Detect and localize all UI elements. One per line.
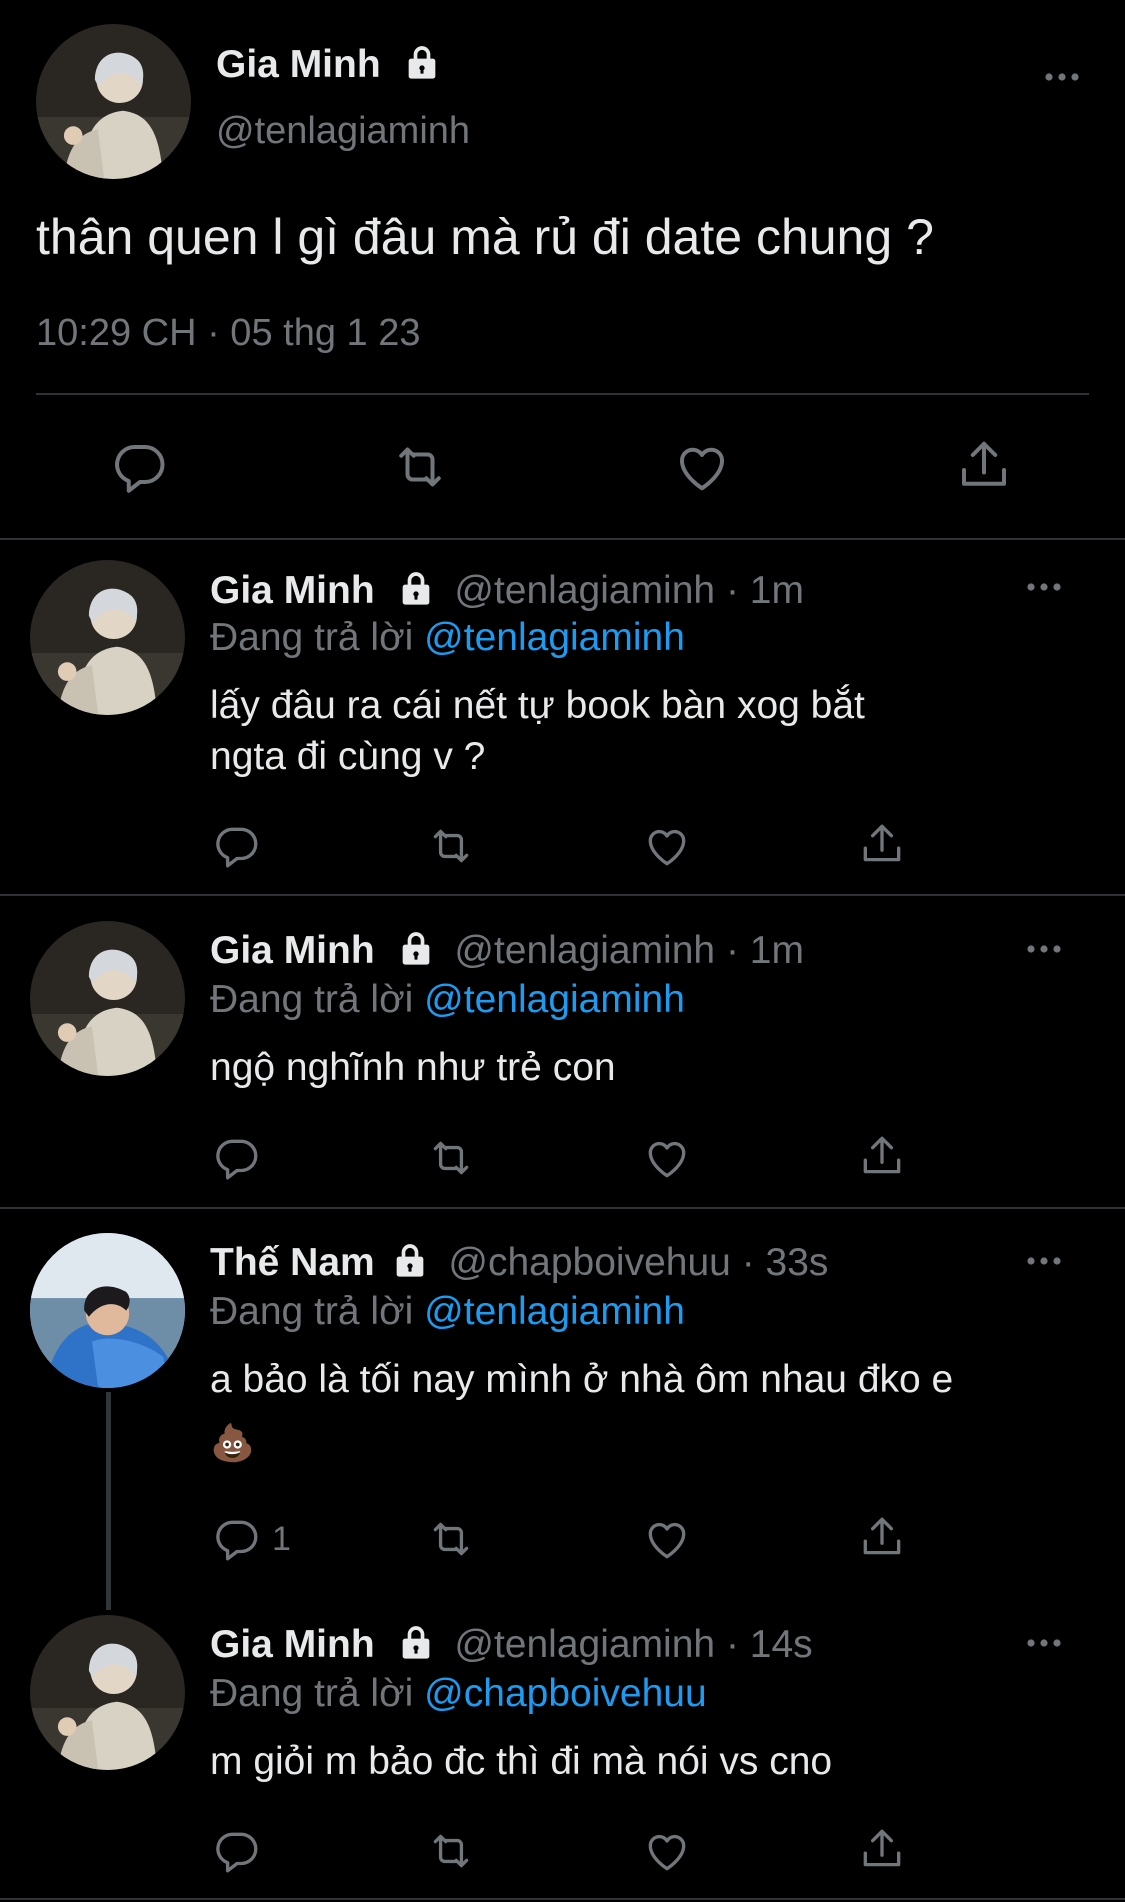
replying-prefix: Đang trả lời [210,1672,414,1715]
like-icon[interactable] [642,1826,692,1876]
display-name[interactable]: Gia Minh [210,1623,375,1666]
retweet-icon[interactable] [424,1514,478,1564]
handle[interactable]: @tenlagiaminh [216,110,470,153]
like-icon[interactable] [642,1133,692,1183]
reply-icon[interactable] [212,1133,272,1183]
share-icon[interactable] [857,819,907,869]
reply-time[interactable]: · 1m [726,929,804,972]
avatar[interactable] [30,1233,185,1388]
share-icon[interactable] [954,435,1014,495]
more-icon[interactable] [1044,70,1080,88]
divider [0,538,1125,540]
reply-text-line: ngộ nghĩnh như trẻ con [210,1046,616,1089]
reply-icon[interactable] [212,1826,272,1876]
avatar[interactable] [30,921,185,1076]
reply-count: 1 [272,1519,291,1558]
divider [0,1207,1125,1209]
replying-to: Đang trả lời @tenlagiaminh [210,978,685,1022]
reply-time[interactable]: · 14s [726,1623,813,1666]
handle[interactable]: @tenlagiaminh [454,1623,715,1666]
lock-icon [396,1622,436,1667]
tweet-timestamp[interactable]: 10:29 CH · 05 thg 1 23 [36,312,420,355]
replying-to-link[interactable]: @chapboivehuu [424,1672,706,1715]
more-icon[interactable] [1026,942,1062,960]
avatar[interactable] [36,24,191,179]
reply-icon[interactable] [110,437,170,497]
reply-header: Gia Minh @tenlagiaminh · 1m [210,928,804,973]
like-icon[interactable] [642,821,692,871]
tweet-text: thân quen l gì đâu mà rủ đi date chung ? [36,209,934,265]
thread-line [106,1392,111,1610]
replying-prefix: Đang trả lời [210,616,414,659]
like-icon[interactable] [642,1514,692,1564]
avatar[interactable] [30,560,185,715]
handle[interactable]: @tenlagiaminh [454,569,715,612]
reply-text-line: lấy đâu ra cái nết tự book bàn xog bắt [210,684,865,727]
reply-header: Gia Minh @tenlagiaminh · 1m [210,568,804,613]
reply-icon[interactable] [212,821,272,871]
reply-header: Gia Minh @tenlagiaminh · 14s [210,1622,813,1667]
share-icon[interactable] [857,1824,907,1874]
reply-text-line: ngta đi cùng v ? [210,735,486,778]
replying-to-link[interactable]: @tenlagiaminh [424,1290,685,1333]
replying-prefix: Đang trả lời [210,1290,414,1333]
replying-to: Đang trả lời @tenlagiaminh [210,616,685,660]
lock-icon [402,42,442,87]
more-icon[interactable] [1026,1254,1062,1272]
reply-text-emoji: 💩 [210,1422,255,1463]
retweet-icon[interactable] [424,821,478,871]
handle[interactable]: @chapboivehuu [448,1241,730,1284]
reply-icon[interactable]: 1 [212,1514,291,1564]
display-name[interactable]: Gia Minh [210,929,375,972]
replying-to-link[interactable]: @tenlagiaminh [424,616,685,659]
retweet-icon[interactable] [424,1826,478,1876]
divider [0,894,1125,896]
handle[interactable]: @tenlagiaminh [454,929,715,972]
more-icon[interactable] [1026,580,1062,598]
lock-icon [396,928,436,973]
display-name[interactable]: Thế Nam [210,1241,375,1284]
replying-prefix: Đang trả lời [210,978,414,1021]
replying-to: Đang trả lời @tenlagiaminh [210,1290,685,1334]
replying-to: Đang trả lời @chapboivehuu [210,1672,707,1716]
lock-icon [390,1240,430,1285]
reply-header: Thế Nam @chapboivehuu · 33s [210,1240,828,1285]
display-name[interactable]: Gia Minh [210,569,375,612]
display-name[interactable]: Gia Minh [216,43,381,86]
retweet-icon[interactable] [424,1133,478,1183]
share-icon[interactable] [857,1131,907,1181]
reply-time[interactable]: · 1m [726,569,804,612]
like-icon[interactable] [672,437,732,497]
reply-text-line: a bảo là tối nay mình ở nhà ôm nhau đko … [210,1358,954,1401]
stats-divider [36,393,1089,395]
more-icon[interactable] [1026,1636,1062,1654]
reply-time[interactable]: · 33s [742,1241,829,1284]
retweet-icon[interactable] [388,437,452,497]
lock-icon [396,568,436,613]
author-row: Gia Minh [216,42,442,87]
reply-text-line: m giỏi m bảo đc thì đi mà nói vs cno [210,1740,833,1783]
share-icon[interactable] [857,1512,907,1562]
avatar[interactable] [30,1615,185,1770]
replying-to-link[interactable]: @tenlagiaminh [424,978,685,1021]
divider [0,1898,1125,1900]
